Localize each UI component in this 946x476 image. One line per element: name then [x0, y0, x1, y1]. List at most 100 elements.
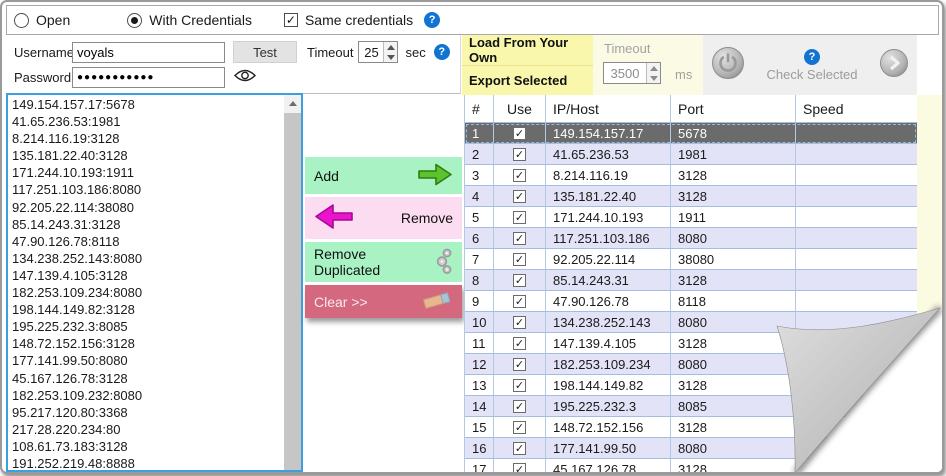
- remove-button[interactable]: Remove: [305, 197, 462, 239]
- table-row[interactable]: 241.65.236.531981: [465, 144, 917, 165]
- list-item[interactable]: 147.139.4.105:3128: [12, 267, 284, 284]
- table-row[interactable]: 16177.141.99.508080: [465, 438, 917, 459]
- clear-button[interactable]: Clear >>: [305, 285, 462, 318]
- column-header[interactable]: Use: [494, 95, 546, 122]
- check-timeout-spinner[interactable]: 3500: [603, 62, 661, 84]
- timeout-spinner[interactable]: 25: [358, 41, 398, 63]
- table-row[interactable]: 6117.251.103.1868080: [465, 228, 917, 249]
- ip-cell: 85.14.243.31: [546, 270, 671, 290]
- list-item[interactable]: 117.251.103.186:8080: [12, 181, 284, 198]
- scrollbar-thumb[interactable]: [284, 113, 301, 470]
- scroll-up-icon[interactable]: [284, 95, 301, 112]
- list-item[interactable]: 148.72.152.156:3128: [12, 335, 284, 352]
- check-help-icon[interactable]: [804, 49, 820, 65]
- use-checkbox[interactable]: [513, 358, 526, 371]
- list-item[interactable]: 41.65.236.53:1981: [12, 113, 284, 130]
- spinner-down-icon[interactable]: [384, 52, 397, 62]
- list-item[interactable]: 47.90.126.78:8118: [12, 233, 284, 250]
- check-timeout-value[interactable]: 3500: [604, 63, 646, 83]
- column-header[interactable]: Port: [671, 95, 796, 122]
- export-selected-button[interactable]: Export Selected: [462, 65, 593, 95]
- add-button[interactable]: Add: [305, 157, 462, 194]
- use-checkbox[interactable]: [513, 211, 526, 224]
- list-item[interactable]: 95.217.120.80:3368: [12, 404, 284, 421]
- start-check-button[interactable]: [879, 48, 909, 83]
- list-item[interactable]: 45.167.126.78:3128: [12, 370, 284, 387]
- use-checkbox[interactable]: [513, 400, 526, 413]
- list-item[interactable]: 85.14.243.31:3128: [12, 216, 284, 233]
- list-scrollbar[interactable]: [284, 95, 301, 470]
- timeout-help-icon[interactable]: [434, 44, 450, 60]
- list-item[interactable]: 182.253.109.234:8080: [12, 284, 284, 301]
- use-checkbox[interactable]: [513, 148, 526, 161]
- column-header[interactable]: Speed: [796, 95, 917, 122]
- timeout-value[interactable]: 25: [359, 42, 383, 62]
- radio-with-credentials-label: With Credentials: [149, 12, 252, 28]
- speed-cell: [796, 228, 917, 248]
- spinner-up-icon[interactable]: [647, 63, 660, 73]
- table-row[interactable]: 13198.144.149.823128: [465, 375, 917, 396]
- list-item[interactable]: 182.253.109.232:8080: [12, 387, 284, 404]
- password-field[interactable]: [72, 67, 225, 88]
- list-item[interactable]: 8.214.116.19:3128: [12, 130, 284, 147]
- list-item[interactable]: 134.238.252.143:8080: [12, 250, 284, 267]
- checkbox-icon-same-credentials[interactable]: [284, 13, 298, 27]
- table-row[interactable]: 11147.139.4.1053128: [465, 333, 917, 354]
- proxy-input-list[interactable]: 149.154.157.17:567841.65.236.53:19818.21…: [6, 93, 303, 472]
- list-item[interactable]: 177.141.99.50:8080: [12, 352, 284, 369]
- column-header[interactable]: IP/Host: [546, 95, 671, 122]
- port-cell: 5678: [671, 123, 796, 143]
- list-item[interactable]: 92.205.22.114:38080: [12, 199, 284, 216]
- remove-duplicated-button[interactable]: Remove Duplicated: [305, 242, 462, 282]
- table-row[interactable]: 947.90.126.788118: [465, 291, 917, 312]
- table-row[interactable]: 792.205.22.11438080: [465, 249, 917, 270]
- table-row[interactable]: 38.214.116.193128: [465, 165, 917, 186]
- table-row[interactable]: 10134.238.252.1438080: [465, 312, 917, 333]
- spinner-up-icon[interactable]: [384, 42, 397, 52]
- list-item[interactable]: 135.181.22.40:3128: [12, 147, 284, 164]
- list-item[interactable]: 198.144.149.82:3128: [12, 301, 284, 318]
- radio-icon-open[interactable]: [14, 13, 29, 28]
- table-row[interactable]: 12182.253.109.2348080: [465, 354, 917, 375]
- stop-button[interactable]: [711, 46, 745, 85]
- table-row[interactable]: 885.14.243.313128: [465, 270, 917, 291]
- use-checkbox[interactable]: [513, 421, 526, 434]
- spinner-down-icon[interactable]: [647, 73, 660, 83]
- table-row[interactable]: 5171.244.10.1931911: [465, 207, 917, 228]
- table-row[interactable]: 4135.181.22.403128: [465, 186, 917, 207]
- use-checkbox[interactable]: [513, 442, 526, 455]
- list-item[interactable]: 191.252.219.48:8888: [12, 455, 284, 470]
- use-checkbox[interactable]: [513, 379, 526, 392]
- list-item[interactable]: 195.225.232.3:8085: [12, 318, 284, 335]
- table-row[interactable]: 1745.167.126.783128: [465, 459, 917, 472]
- column-header[interactable]: #: [465, 95, 494, 122]
- username-field[interactable]: [72, 42, 225, 63]
- radio-open[interactable]: Open: [14, 12, 70, 28]
- radio-icon-with-credentials[interactable]: [127, 13, 142, 28]
- eye-icon[interactable]: [233, 68, 257, 86]
- radio-open-label: Open: [36, 12, 70, 28]
- use-checkbox[interactable]: [513, 463, 526, 473]
- use-checkbox[interactable]: [513, 274, 526, 287]
- radio-with-credentials[interactable]: With Credentials: [127, 12, 252, 28]
- speed-cell: [796, 417, 917, 437]
- list-item[interactable]: 171.244.10.193:1911: [12, 164, 284, 181]
- help-icon[interactable]: [424, 12, 440, 28]
- use-checkbox[interactable]: [513, 295, 526, 308]
- test-button[interactable]: Test: [233, 41, 297, 63]
- use-checkbox[interactable]: [513, 169, 526, 182]
- use-checkbox[interactable]: [513, 190, 526, 203]
- table-row[interactable]: 15148.72.152.1563128: [465, 417, 917, 438]
- table-row[interactable]: 1149.154.157.175678: [465, 123, 917, 144]
- list-item[interactable]: 108.61.73.183:3128: [12, 438, 284, 455]
- use-checkbox[interactable]: [513, 232, 526, 245]
- use-checkbox[interactable]: [513, 316, 526, 329]
- use-checkbox[interactable]: [513, 253, 526, 266]
- use-checkbox[interactable]: [513, 127, 526, 140]
- use-checkbox[interactable]: [513, 337, 526, 350]
- list-item[interactable]: 149.154.157.17:5678: [12, 96, 284, 113]
- same-credentials-checkbox[interactable]: Same credentials: [284, 12, 413, 28]
- load-from-your-own-button[interactable]: Load From Your Own: [462, 35, 593, 65]
- list-item[interactable]: 217.28.220.234:80: [12, 421, 284, 438]
- table-row[interactable]: 14195.225.232.38085: [465, 396, 917, 417]
